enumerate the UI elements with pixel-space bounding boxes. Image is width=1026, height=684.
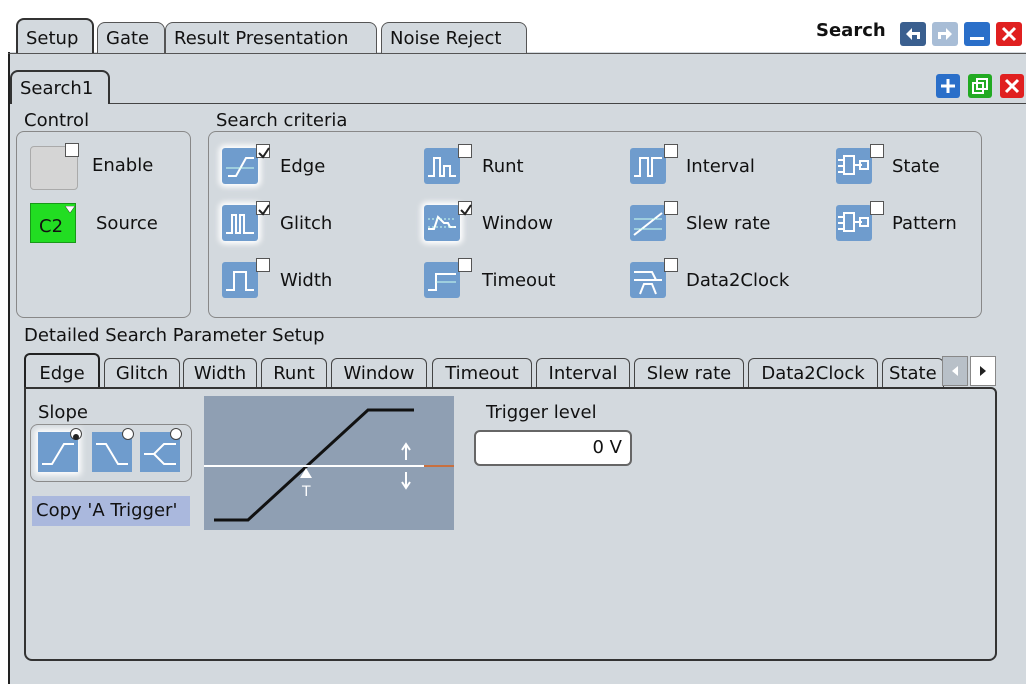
slew-rate-icon <box>630 205 666 241</box>
detail-tab-window[interactable]: Window <box>331 358 427 388</box>
trigger-level-label: Trigger level <box>486 402 597 423</box>
criteria-window-label: Window <box>482 213 553 234</box>
pattern-checkbox <box>870 201 884 215</box>
arrow-left-icon <box>952 366 958 376</box>
criteria-state-label: State <box>892 156 940 177</box>
enable-checkbox <box>65 143 79 157</box>
data2clock-icon <box>630 262 666 298</box>
source-value: C2 <box>39 216 64 237</box>
redo-icon[interactable] <box>932 22 958 46</box>
source-label: Source <box>96 213 158 234</box>
criteria-data2clock-label: Data2Clock <box>686 270 790 291</box>
detail-tab-runt[interactable]: Runt <box>261 358 327 388</box>
edge-checkbox <box>256 144 270 159</box>
slope-either-radio <box>170 428 182 440</box>
timeout-icon <box>424 262 460 298</box>
close-icon[interactable] <box>996 22 1022 46</box>
trigger-marker-label: T <box>302 484 311 500</box>
interval-checkbox <box>664 144 678 158</box>
state-checkbox <box>870 144 884 158</box>
tab-divider <box>8 53 1026 54</box>
tab-search1[interactable]: Search1 <box>10 70 110 104</box>
window-title: Search <box>816 20 886 41</box>
criteria-slew-rate-label: Slew rate <box>686 213 771 234</box>
pattern-icon <box>836 205 872 241</box>
undo-icon[interactable] <box>900 22 926 46</box>
slope-falling-button[interactable] <box>92 428 134 472</box>
interval-icon <box>630 148 666 184</box>
criteria-pattern-label: Pattern <box>892 213 957 234</box>
data2clock-checkbox <box>664 258 678 272</box>
tab-setup[interactable]: Setup <box>16 18 94 54</box>
trigger-level-input[interactable]: 0 V <box>474 430 632 466</box>
width-checkbox <box>256 258 270 272</box>
source-selector[interactable]: C2 <box>30 203 76 243</box>
criteria-width-label: Width <box>280 270 333 291</box>
control-label: Control <box>24 110 90 131</box>
edge-diagram: T <box>204 396 454 530</box>
slope-rising-button[interactable] <box>38 428 82 472</box>
state-icon <box>836 148 872 184</box>
criteria-runt-label: Runt <box>482 156 524 177</box>
slope-falling-radio <box>122 428 134 440</box>
search-criteria-label: Search criteria <box>216 110 348 131</box>
enable-label: Enable <box>92 155 154 176</box>
slope-either-button[interactable] <box>140 428 182 472</box>
detail-label: Detailed Search Parameter Setup <box>24 325 325 346</box>
copy-icon[interactable] <box>968 74 992 98</box>
enable-toggle[interactable] <box>30 143 79 190</box>
copy-a-trigger-button[interactable]: Copy 'A Trigger' <box>32 496 190 526</box>
runt-checkbox <box>458 144 472 158</box>
detail-tab-slew-rate[interactable]: Slew rate <box>634 358 744 388</box>
detail-tab-width[interactable]: Width <box>183 358 257 388</box>
glitch-checkbox <box>256 201 270 216</box>
edge-icon <box>222 148 258 184</box>
dropdown-icon <box>65 206 75 214</box>
tab-scroll-left-button[interactable] <box>942 356 968 386</box>
minimize-icon[interactable] <box>964 22 990 46</box>
window-icon <box>424 205 460 241</box>
slope-rising-radio <box>70 428 82 440</box>
glitch-icon <box>222 205 258 241</box>
tab-result-presentation[interactable]: Result Presentation <box>165 22 377 54</box>
detail-tab-edge[interactable]: Edge <box>24 353 100 389</box>
detail-tab-state[interactable]: State <box>882 358 944 388</box>
runt-icon <box>424 148 460 184</box>
delete-icon[interactable] <box>1000 74 1024 98</box>
detail-tab-interval[interactable]: Interval <box>536 358 630 388</box>
detail-tab-glitch[interactable]: Glitch <box>104 358 180 388</box>
arrow-right-icon <box>980 366 986 376</box>
edge-waveform-graphic <box>204 408 454 522</box>
window-checkbox <box>458 201 472 216</box>
tab-gate[interactable]: Gate <box>97 22 165 54</box>
width-icon <box>222 262 258 298</box>
detail-tab-timeout[interactable]: Timeout <box>432 358 532 388</box>
criteria-edge-label: Edge <box>280 156 326 177</box>
tab-noise-reject[interactable]: Noise Reject <box>381 22 527 54</box>
slope-label: Slope <box>38 402 88 423</box>
tab-scroll-right-button[interactable] <box>970 356 996 386</box>
timeout-checkbox <box>458 258 472 272</box>
criteria-interval-label: Interval <box>686 156 755 177</box>
detail-tab-data2clock[interactable]: Data2Clock <box>748 358 878 388</box>
criteria-glitch-label: Glitch <box>280 213 333 234</box>
slew-rate-checkbox <box>664 201 678 215</box>
subtab-divider <box>110 103 1026 104</box>
add-icon[interactable] <box>936 74 960 98</box>
criteria-timeout-label: Timeout <box>482 270 556 291</box>
